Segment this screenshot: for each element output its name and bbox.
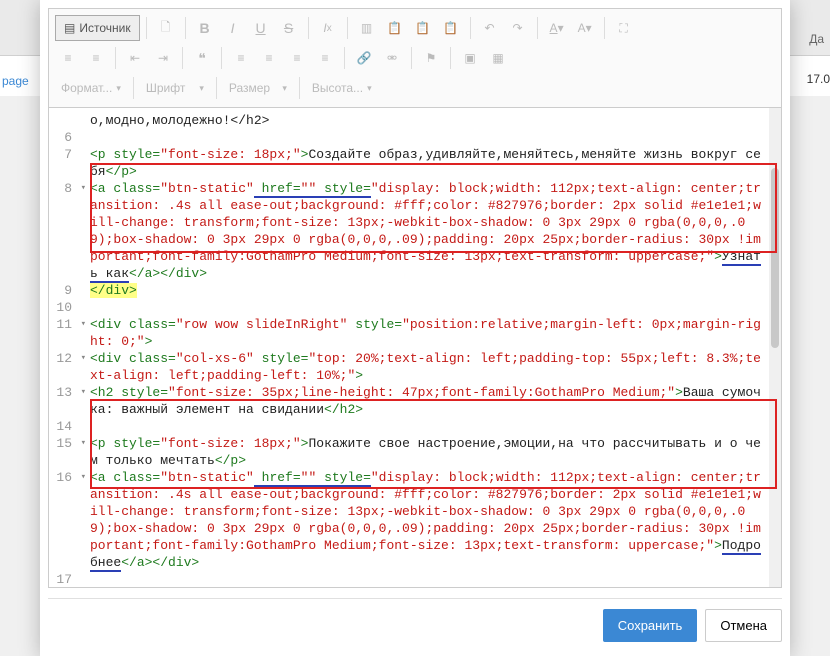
separator xyxy=(221,47,222,69)
align-center-icon[interactable]: ≡ xyxy=(256,45,282,71)
separator xyxy=(450,47,451,69)
link-icon[interactable]: 🔗 xyxy=(351,45,377,71)
format-dropdown[interactable]: Формат... xyxy=(55,75,127,101)
underline-icon[interactable]: U xyxy=(248,15,274,41)
toolbar-row-2: ≡ ≡ ⇤ ⇥ ❝ ≡ ≡ ≡ ≡ 🔗 ⚮ ⚑ ▣ ▦ xyxy=(55,43,775,73)
code-line: 8<a class="btn-static" href="" style="di… xyxy=(49,180,769,282)
code-line: 9</div> xyxy=(49,282,769,299)
toolbar: ▤ Источник 🗋 B I U S Ix ▥ 📋 📋 📋 ↶ ↷ xyxy=(48,8,782,108)
numbered-list-icon[interactable]: ≡ xyxy=(55,45,81,71)
code-line: 13<h2 style="font-size: 35px;line-height… xyxy=(49,384,769,418)
anchor-icon[interactable]: ⚑ xyxy=(418,45,444,71)
indent-icon[interactable]: ⇥ xyxy=(150,45,176,71)
height-dropdown[interactable]: Высота... xyxy=(306,75,378,101)
bg-date-value: 17.0 xyxy=(807,72,830,86)
code-line: о,модно,молодежно!</h2> xyxy=(49,112,769,129)
annotation-box xyxy=(90,487,777,489)
source-icon: ▤ xyxy=(64,21,75,35)
strike-icon[interactable]: S xyxy=(276,15,302,41)
font-dropdown[interactable]: Шрифт xyxy=(140,75,210,101)
bg-color-icon[interactable]: A▾ xyxy=(572,15,598,41)
copy-icon[interactable]: ▥ xyxy=(354,15,380,41)
maximize-icon[interactable]: ⛶ xyxy=(611,15,637,41)
table-icon[interactable]: ▦ xyxy=(485,45,511,71)
code-line: 12<div class="col-xs-6" style="top: 20%;… xyxy=(49,350,769,384)
cancel-button[interactable]: Отмена xyxy=(705,609,782,642)
save-button[interactable]: Сохранить xyxy=(603,609,698,642)
annotation-box xyxy=(90,163,777,165)
code-area[interactable]: о,модно,молодежно!</h2> 6 7<p style="fon… xyxy=(49,112,769,583)
paste-text-icon[interactable]: 📋 xyxy=(410,15,436,41)
annotation-box xyxy=(90,399,92,487)
align-justify-icon[interactable]: ≡ xyxy=(312,45,338,71)
bold-icon[interactable]: B xyxy=(192,15,218,41)
annotation-box xyxy=(90,163,92,251)
separator xyxy=(537,17,538,39)
separator xyxy=(347,17,348,39)
code-line: 10 xyxy=(49,299,769,316)
annotation-box xyxy=(90,251,777,253)
separator xyxy=(470,17,471,39)
separator xyxy=(182,47,183,69)
separator xyxy=(185,17,186,39)
annotation-box xyxy=(775,163,777,251)
code-line: 15<p style="font-size: 18px;">Покажите с… xyxy=(49,435,769,469)
align-left-icon[interactable]: ≡ xyxy=(228,45,254,71)
image-icon[interactable]: ▣ xyxy=(457,45,483,71)
outdent-icon[interactable]: ⇤ xyxy=(122,45,148,71)
separator xyxy=(411,47,412,69)
code-line: 6 xyxy=(49,129,769,146)
toolbar-row-3: Формат... Шрифт Размер Высота... xyxy=(55,73,775,103)
source-button[interactable]: ▤ Источник xyxy=(55,15,140,41)
size-dropdown[interactable]: Размер xyxy=(223,75,293,101)
separator xyxy=(604,17,605,39)
remove-format-icon[interactable]: Ix xyxy=(315,15,341,41)
separator xyxy=(216,77,217,99)
blockquote-icon[interactable]: ❝ xyxy=(189,45,215,71)
italic-icon[interactable]: I xyxy=(220,15,246,41)
code-line: 17 xyxy=(49,571,769,583)
bg-link[interactable]: page xyxy=(2,74,29,88)
separator xyxy=(133,77,134,99)
bullet-list-icon[interactable]: ≡ xyxy=(83,45,109,71)
toolbar-row-1: ▤ Источник 🗋 B I U S Ix ▥ 📋 📋 📋 ↶ ↷ xyxy=(55,13,775,43)
separator xyxy=(146,17,147,39)
new-page-icon[interactable]: 🗋 xyxy=(153,15,179,41)
separator xyxy=(115,47,116,69)
page-background: page Да 17.0 ▤ Источник 🗋 B I U S Ix ▥ � xyxy=(0,0,830,656)
undo-icon[interactable]: ↶ xyxy=(477,15,503,41)
code-editor[interactable]: о,модно,молодежно!</h2> 6 7<p style="fon… xyxy=(48,108,782,588)
code-line: 11<div class="row wow slideInRight" styl… xyxy=(49,316,769,350)
modal-footer: Сохранить Отмена xyxy=(48,598,782,642)
separator xyxy=(299,77,300,99)
source-label: Источник xyxy=(79,21,130,35)
redo-icon[interactable]: ↷ xyxy=(505,15,531,41)
separator xyxy=(308,17,309,39)
unlink-icon[interactable]: ⚮ xyxy=(379,45,405,71)
code-line: 16<a class="btn-static" href="" style="d… xyxy=(49,469,769,571)
bg-date-header: Да xyxy=(809,32,824,46)
annotation-box xyxy=(90,399,777,401)
paste-word-icon[interactable]: 📋 xyxy=(438,15,464,41)
text-color-icon[interactable]: A▾ xyxy=(544,15,570,41)
code-line: 14 xyxy=(49,418,769,435)
annotation-box xyxy=(775,399,777,487)
editor-modal: ▤ Источник 🗋 B I U S Ix ▥ 📋 📋 📋 ↶ ↷ xyxy=(40,0,790,656)
paste-icon[interactable]: 📋 xyxy=(382,15,408,41)
align-right-icon[interactable]: ≡ xyxy=(284,45,310,71)
separator xyxy=(344,47,345,69)
